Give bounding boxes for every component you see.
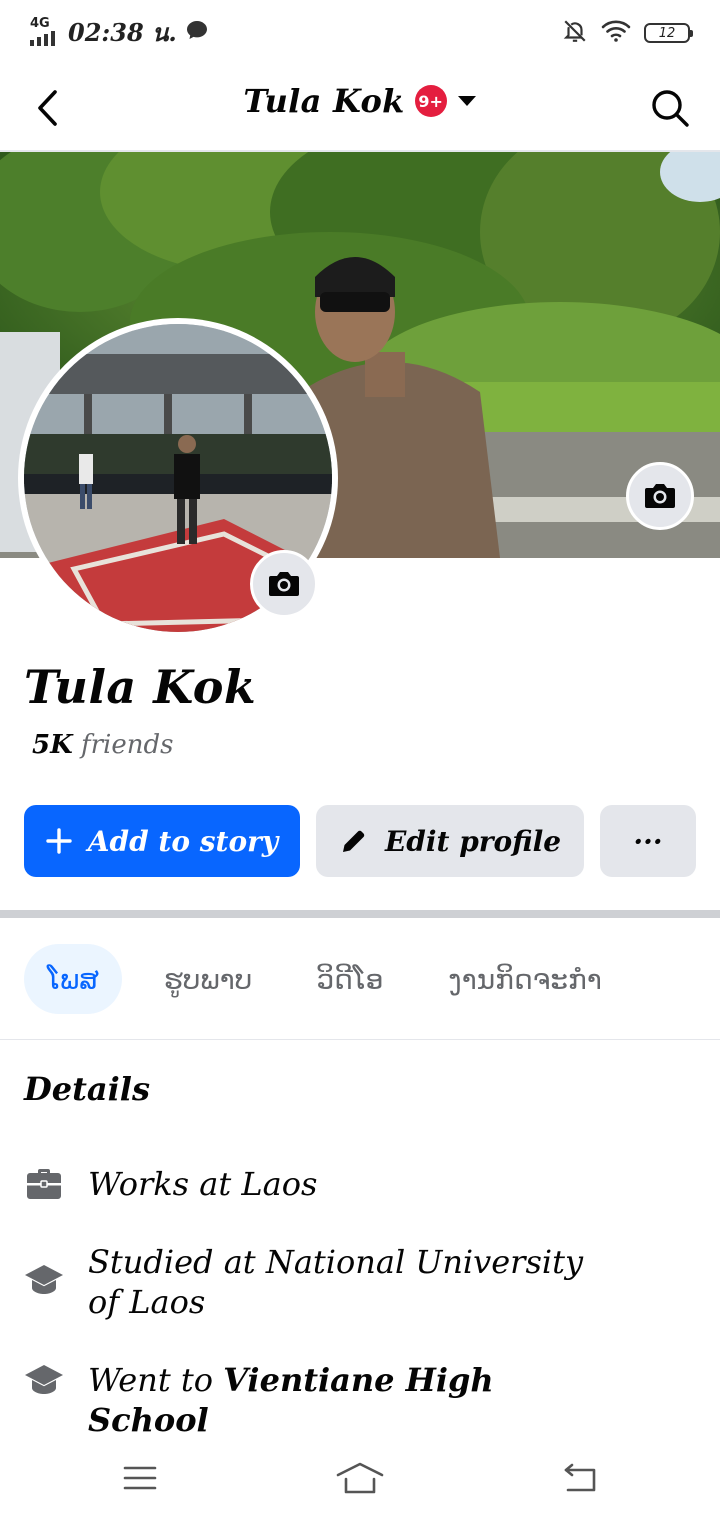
wifi-icon [600, 18, 632, 48]
friends-number: 5K [32, 730, 73, 760]
detail-high-school[interactable]: Went to Vientiane High School [24, 1360, 608, 1440]
more-icon: ··· [633, 824, 663, 858]
page-title: Tula Kok [243, 82, 405, 120]
camera-icon [269, 572, 299, 596]
detail-university-text: Studied at National University of Laos [88, 1243, 584, 1321]
system-nav-bar [0, 1440, 720, 1520]
briefcase-icon [24, 1164, 64, 1204]
bell-off-icon [562, 18, 588, 48]
search-icon [652, 90, 689, 127]
add-to-story-button[interactable]: Add to story [24, 805, 300, 877]
clock: 02:38 น. [68, 17, 177, 47]
search-button[interactable] [650, 88, 690, 128]
notification-badge: 9+ [414, 85, 447, 117]
detail-work-text: Works at Laos [88, 1165, 318, 1203]
detail-high-school-prefix: Went to [88, 1361, 224, 1399]
detail-university[interactable]: Studied at National University of Laos [24, 1242, 608, 1322]
network-type: 4G [30, 16, 50, 31]
back-arrow-icon [564, 1463, 596, 1492]
back-nav-button[interactable] [556, 1458, 604, 1498]
tab-posts[interactable]: ໂພສ [24, 944, 122, 1014]
battery-level: 12 [658, 25, 676, 41]
graduation-cap-icon [24, 1360, 64, 1400]
pencil-icon [342, 830, 365, 852]
battery-icon: 12 [644, 23, 693, 43]
cellular-signal-icon: 4G [30, 16, 60, 46]
edit-profile-picture-button[interactable] [250, 550, 318, 618]
more-options-button[interactable]: ··· [600, 805, 696, 877]
profile-tabs: ໂພສ ຮູບພາບ ວິດີໂອ ງານກິດຈະກຳ [0, 918, 720, 1040]
chat-bubble-icon [185, 18, 209, 46]
tab-videos[interactable]: ວິດີໂອ [300, 944, 400, 1014]
add-to-story-label: Add to story [87, 824, 279, 858]
status-bar: 4G 02:38 น. 12 [0, 0, 720, 64]
caret-down-icon [457, 96, 476, 106]
plus-icon [46, 828, 72, 854]
edit-profile-button[interactable]: Edit profile [316, 805, 584, 877]
edit-profile-label: Edit profile [384, 824, 562, 858]
tab-photos[interactable]: ຮູບພາບ [152, 944, 264, 1014]
home-icon [336, 1462, 384, 1494]
edit-cover-button[interactable] [626, 462, 694, 530]
friends-label: friends [80, 730, 174, 760]
menu-icon [123, 1466, 157, 1490]
profile-switcher[interactable]: Tula Kok 9+ [0, 82, 720, 120]
details-heading: Details [24, 1070, 150, 1108]
friends-count[interactable]: 5K friends [32, 730, 173, 760]
top-app-bar: Tula Kok 9+ [0, 64, 720, 152]
tab-events[interactable]: ງານກິດຈະກຳ [432, 944, 618, 1014]
camera-icon [645, 484, 675, 508]
graduation-cap-icon [24, 1260, 64, 1300]
profile-name: Tula Kok [24, 660, 257, 714]
section-divider [0, 910, 720, 918]
detail-high-school-text: Went to Vientiane High School [88, 1360, 608, 1440]
home-button[interactable] [336, 1458, 384, 1498]
recent-apps-button[interactable] [116, 1458, 164, 1498]
detail-work[interactable]: Works at Laos [24, 1164, 608, 1204]
